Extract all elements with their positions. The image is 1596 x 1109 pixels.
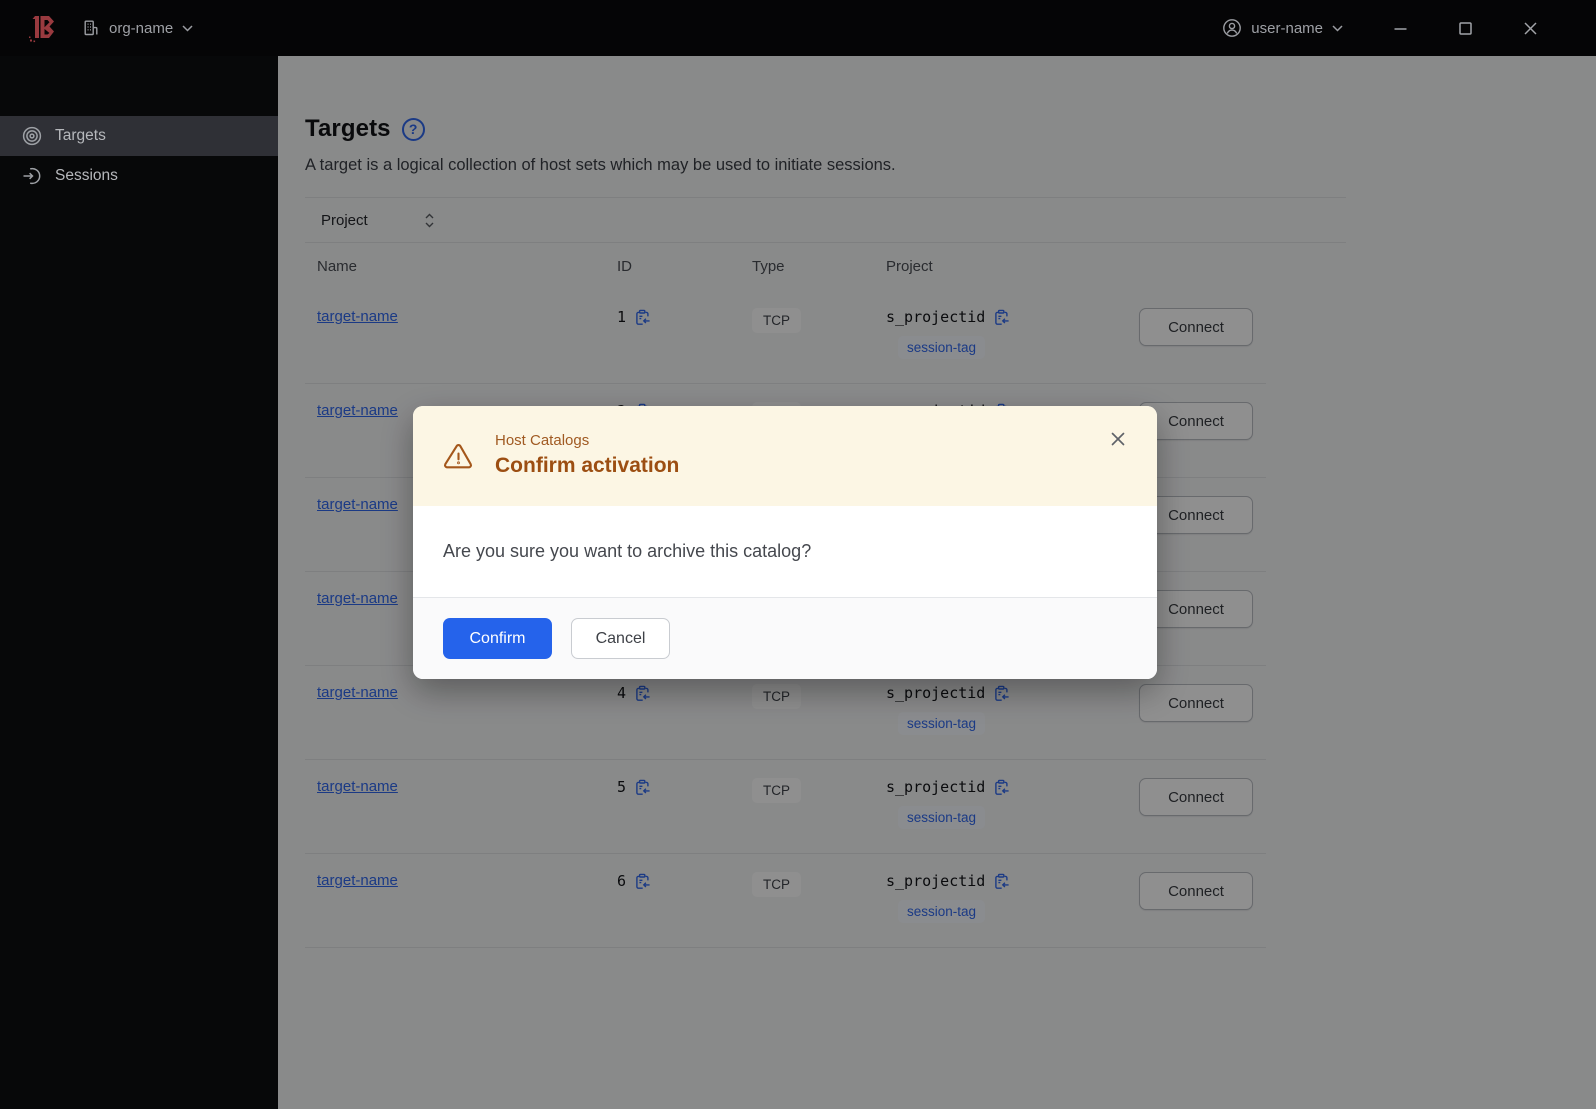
dialog-close-button[interactable] [1107,428,1129,450]
titlebar: org-name user-name [0,0,1596,56]
sidebar-item-targets[interactable]: Targets [0,116,278,156]
minimize-button[interactable] [1391,19,1409,37]
boundary-logo-icon [29,16,54,43]
cancel-button[interactable]: Cancel [571,618,670,659]
user-name-label: user-name [1251,19,1323,37]
user-icon [1223,19,1242,37]
warning-triangle-icon [444,444,472,469]
confirm-button[interactable]: Confirm [443,618,552,659]
dialog-message: Are you sure you want to archive this ca… [413,506,1157,597]
confirm-dialog: Host Catalogs Confirm activation Are you… [413,406,1157,679]
dialog-context-label: Host Catalogs [495,432,590,449]
bullseye-icon [22,126,42,146]
window-controls [1391,19,1596,37]
dialog-header: Host Catalogs Confirm activation [413,406,1157,506]
sidebar-item-sessions[interactable]: Sessions [0,156,278,196]
close-icon [1111,432,1125,446]
close-window-button[interactable] [1521,19,1539,37]
maximize-button[interactable] [1456,19,1474,37]
sidebar-item-label: Sessions [55,167,118,184]
sidebar: Targets Sessions [0,56,278,1109]
org-switcher[interactable]: org-name [82,19,193,37]
sign-in-icon [23,167,41,185]
org-name-label: org-name [109,19,174,37]
building-icon [84,20,98,36]
sidebar-item-label: Targets [55,127,106,144]
user-menu[interactable]: user-name [1222,18,1343,38]
dialog-footer: Confirm Cancel [413,597,1157,679]
dialog-title: Confirm activation [495,454,680,477]
chevron-down-icon [1332,24,1343,32]
chevron-down-icon [182,24,193,32]
